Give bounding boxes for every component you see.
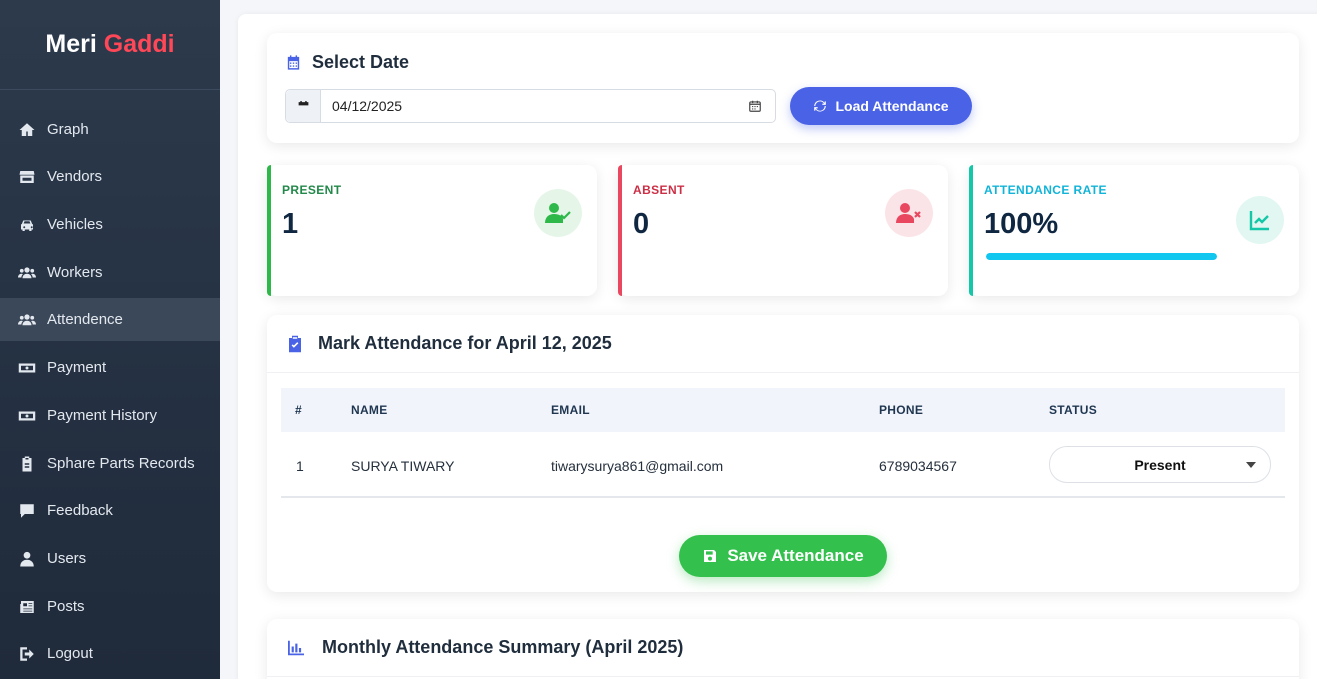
sidebar-item-label: Logout <box>47 645 93 662</box>
absent-value: 0 <box>633 208 650 240</box>
attendance-rate-card: ATTENDANCE RATE 100% <box>969 165 1299 296</box>
column-header-index: # <box>295 403 302 417</box>
chevron-down-icon <box>1246 462 1256 468</box>
sidebar-item-label: Payment <box>47 359 107 376</box>
attendance-table-header: # NAME EMAIL PHONE STATUS <box>281 388 1285 432</box>
sidebar-item-label: Feedback <box>47 502 113 519</box>
absent-label: ABSENT <box>633 183 685 197</box>
rate-accent-bar <box>969 165 973 296</box>
select-date-title: Select Date <box>312 52 410 72</box>
present-value: 1 <box>282 208 299 240</box>
users-icon <box>18 311 36 329</box>
date-field[interactable] <box>321 90 735 122</box>
sidebar-item-label: Payment History <box>47 407 158 424</box>
sidebar-item-vehicles[interactable]: Vehicles <box>0 203 220 246</box>
store-icon <box>18 168 36 186</box>
sidebar-item-attendence[interactable]: Attendence <box>0 298 220 341</box>
rate-label: ATTENDANCE RATE <box>984 183 1107 197</box>
monthly-summary-card: Monthly Attendance Summary (April 2025) <box>267 619 1299 679</box>
sidebar-item-spare-parts[interactable]: Sphare Parts Records <box>0 442 220 485</box>
save-attendance-button[interactable]: Save Attendance <box>679 535 887 577</box>
attendance-rate-progress <box>986 253 1217 260</box>
present-accent-bar <box>267 165 271 296</box>
rate-value: 100% <box>984 208 1059 240</box>
absent-icon-circle <box>885 189 933 237</box>
calendar-icon <box>287 55 300 70</box>
sidebar-item-vendors[interactable]: Vendors <box>0 155 220 198</box>
date-input-group[interactable] <box>285 89 776 123</box>
chart-line-icon <box>1249 211 1269 231</box>
calendar-addon <box>286 90 321 122</box>
present-icon-circle <box>534 189 582 237</box>
sidebar-item-label: Sphare Parts Records <box>47 455 195 472</box>
clipboard-icon <box>18 455 36 473</box>
sidebar-item-users[interactable]: Users <box>0 537 220 580</box>
clipboard-check-icon <box>289 335 301 352</box>
sidebar-item-label: Attendence <box>47 311 123 328</box>
sidebar-item-graph[interactable]: Graph <box>0 108 220 151</box>
home-icon <box>18 121 36 139</box>
monthly-summary-title: Monthly Attendance Summary (April 2025) <box>322 637 684 657</box>
sidebar-item-workers[interactable]: Workers <box>0 251 220 294</box>
brand-main: Meri <box>45 30 97 58</box>
logout-icon <box>18 645 36 663</box>
user-icon <box>18 550 36 568</box>
users-icon <box>18 264 36 282</box>
money-icon <box>18 359 36 377</box>
save-attendance-label: Save Attendance <box>727 546 864 565</box>
sidebar-item-label: Graph <box>47 121 89 138</box>
present-label: PRESENT <box>282 183 342 197</box>
table-row: 1 SURYA TIWARY tiwarysurya861@gmail.com … <box>281 432 1285 498</box>
row-index: 1 <box>296 458 304 474</box>
row-name: SURYA TIWARY <box>351 458 455 474</box>
load-attendance-button[interactable]: Load Attendance <box>790 87 972 125</box>
refresh-icon <box>814 100 827 112</box>
sidebar-item-label: Users <box>47 550 87 567</box>
sidebar-item-feedback[interactable]: Feedback <box>0 489 220 532</box>
user-times-icon <box>896 203 921 223</box>
comment-icon <box>18 502 36 520</box>
save-icon <box>704 550 717 562</box>
mark-attendance-heading: Mark Attendance for April 12, 2025 <box>267 315 1299 373</box>
attendance-rate-progress-fill <box>986 253 1217 260</box>
present-stat-card: PRESENT 1 <box>267 165 597 296</box>
sidebar-item-label: Posts <box>47 598 85 615</box>
sidebar-item-label: Vendors <box>47 168 103 185</box>
brand-accent: Gaddi <box>103 30 175 58</box>
select-date-card: Select Date Load Attendance <box>267 33 1299 143</box>
column-header-name: NAME <box>351 403 388 417</box>
load-attendance-label: Load Attendance <box>835 98 949 114</box>
status-select[interactable]: Present <box>1049 446 1271 483</box>
car-icon <box>18 216 36 234</box>
row-email: tiwarysurya861@gmail.com <box>551 458 724 474</box>
user-check-icon <box>545 203 571 223</box>
sidebar-item-label: Vehicles <box>47 216 103 233</box>
column-header-status: STATUS <box>1049 403 1098 417</box>
sidebar-item-payment-history[interactable]: Payment History <box>0 394 220 437</box>
sidebar-item-logout[interactable]: Logout <box>0 632 220 675</box>
monthly-summary-heading: Monthly Attendance Summary (April 2025) <box>267 619 1299 677</box>
sidebar-item-posts[interactable]: Posts <box>0 585 220 628</box>
chart-bar-icon <box>288 640 304 655</box>
mark-attendance-title: Mark Attendance for April 12, 2025 <box>318 333 612 353</box>
column-header-phone: PHONE <box>879 403 924 417</box>
brand-logo[interactable]: Meri Gaddi <box>0 0 220 90</box>
column-header-email: EMAIL <box>551 403 590 417</box>
sidebar-item-label: Workers <box>47 264 103 281</box>
row-phone: 6789034567 <box>879 458 957 474</box>
absent-stat-card: ABSENT 0 <box>618 165 948 296</box>
status-selected-value: Present <box>1134 456 1186 473</box>
date-picker-icon[interactable] <box>735 90 775 122</box>
rate-icon-circle <box>1236 196 1284 244</box>
sidebar: Meri Gaddi Graph Vendors Vehicles Worker… <box>0 0 220 679</box>
calendar-icon <box>298 100 308 112</box>
absent-accent-bar <box>618 165 622 296</box>
newspaper-icon <box>18 598 36 616</box>
sidebar-item-payment[interactable]: Payment <box>0 346 220 389</box>
calendar-picker-icon <box>749 100 761 112</box>
mark-attendance-card: Mark Attendance for April 12, 2025 # NAM… <box>267 315 1299 592</box>
select-date-heading: Select Date <box>285 52 409 73</box>
money-icon <box>18 407 36 425</box>
